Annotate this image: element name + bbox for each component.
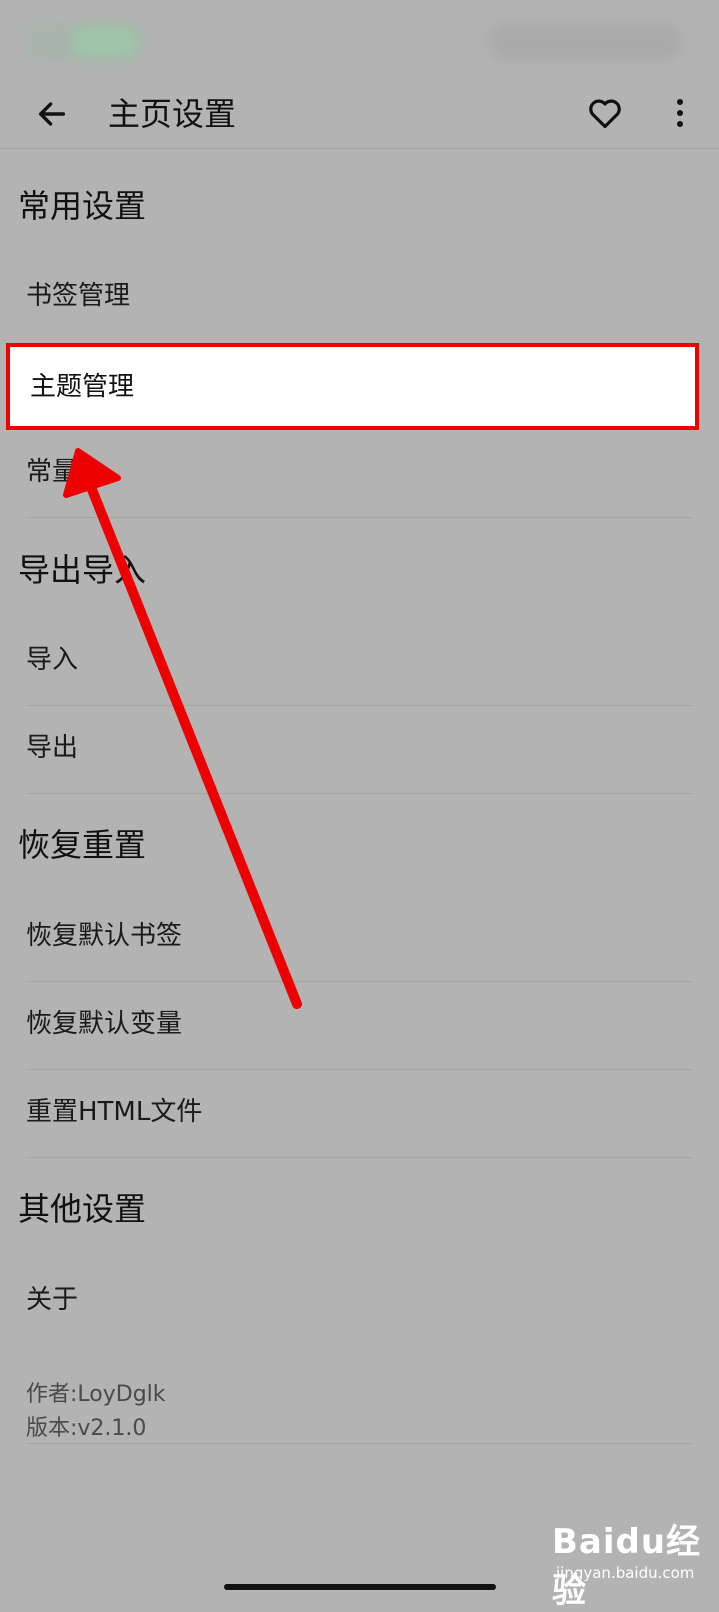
setting-item-label: 主题管理 [30,372,135,402]
home-indicator[interactable] [224,1584,496,1590]
divider [26,1443,692,1444]
version-text: 版本:v2.1.0 [26,1416,147,1441]
baidu-logo: Baidu经验 [552,1522,702,1611]
section-header-other: 其他设置 [18,1190,147,1228]
section-header-reset: 恢复重置 [18,826,147,864]
about-info: 作者:LoyDglk 版本:v2.1.0 [26,1378,166,1446]
more-options-button[interactable] [662,90,698,136]
divider [26,705,692,706]
setting-item-reset-html-file[interactable]: 重置HTML文件 [26,1092,692,1132]
setting-item-about[interactable]: 关于 [26,1280,692,1320]
status-bar [0,0,719,80]
setting-item-import[interactable]: 导入 [26,640,692,680]
favorite-button[interactable] [582,90,628,136]
app-bar: 主页设置 [0,80,719,149]
setting-item-constants[interactable]: 常量 [26,452,692,492]
status-bar-blurred-right [490,24,680,60]
setting-item-restore-default-variables[interactable]: 恢复默认变量 [26,1004,692,1044]
divider [26,517,692,518]
annotation-arrow [63,448,302,1009]
section-header-export-import: 导出导入 [18,551,147,589]
setting-item-theme-management[interactable]: 主题管理 [6,343,699,430]
setting-item-export[interactable]: 导出 [26,728,692,768]
divider [26,793,692,794]
baidu-site-text: jingyan.baidu.com [556,1564,695,1582]
author-text: 作者:LoyDglk [26,1382,166,1407]
divider [26,981,692,982]
setting-item-restore-default-bookmarks[interactable]: 恢复默认书签 [26,916,692,956]
arrow-left-icon [38,102,66,126]
divider [26,1069,692,1070]
back-button[interactable] [30,92,74,136]
divider [26,1157,692,1158]
setting-item-bookmark-management[interactable]: 书签管理 [26,276,692,316]
section-header-common: 常用设置 [18,187,147,225]
page-title: 主页设置 [108,95,237,133]
heart-outline-icon [589,99,621,129]
more-vertical-icon [677,99,683,127]
baidu-watermark: Baidu经验 jingyan.baidu.com [552,1514,712,1611]
status-bar-blurred-signal [70,26,140,58]
